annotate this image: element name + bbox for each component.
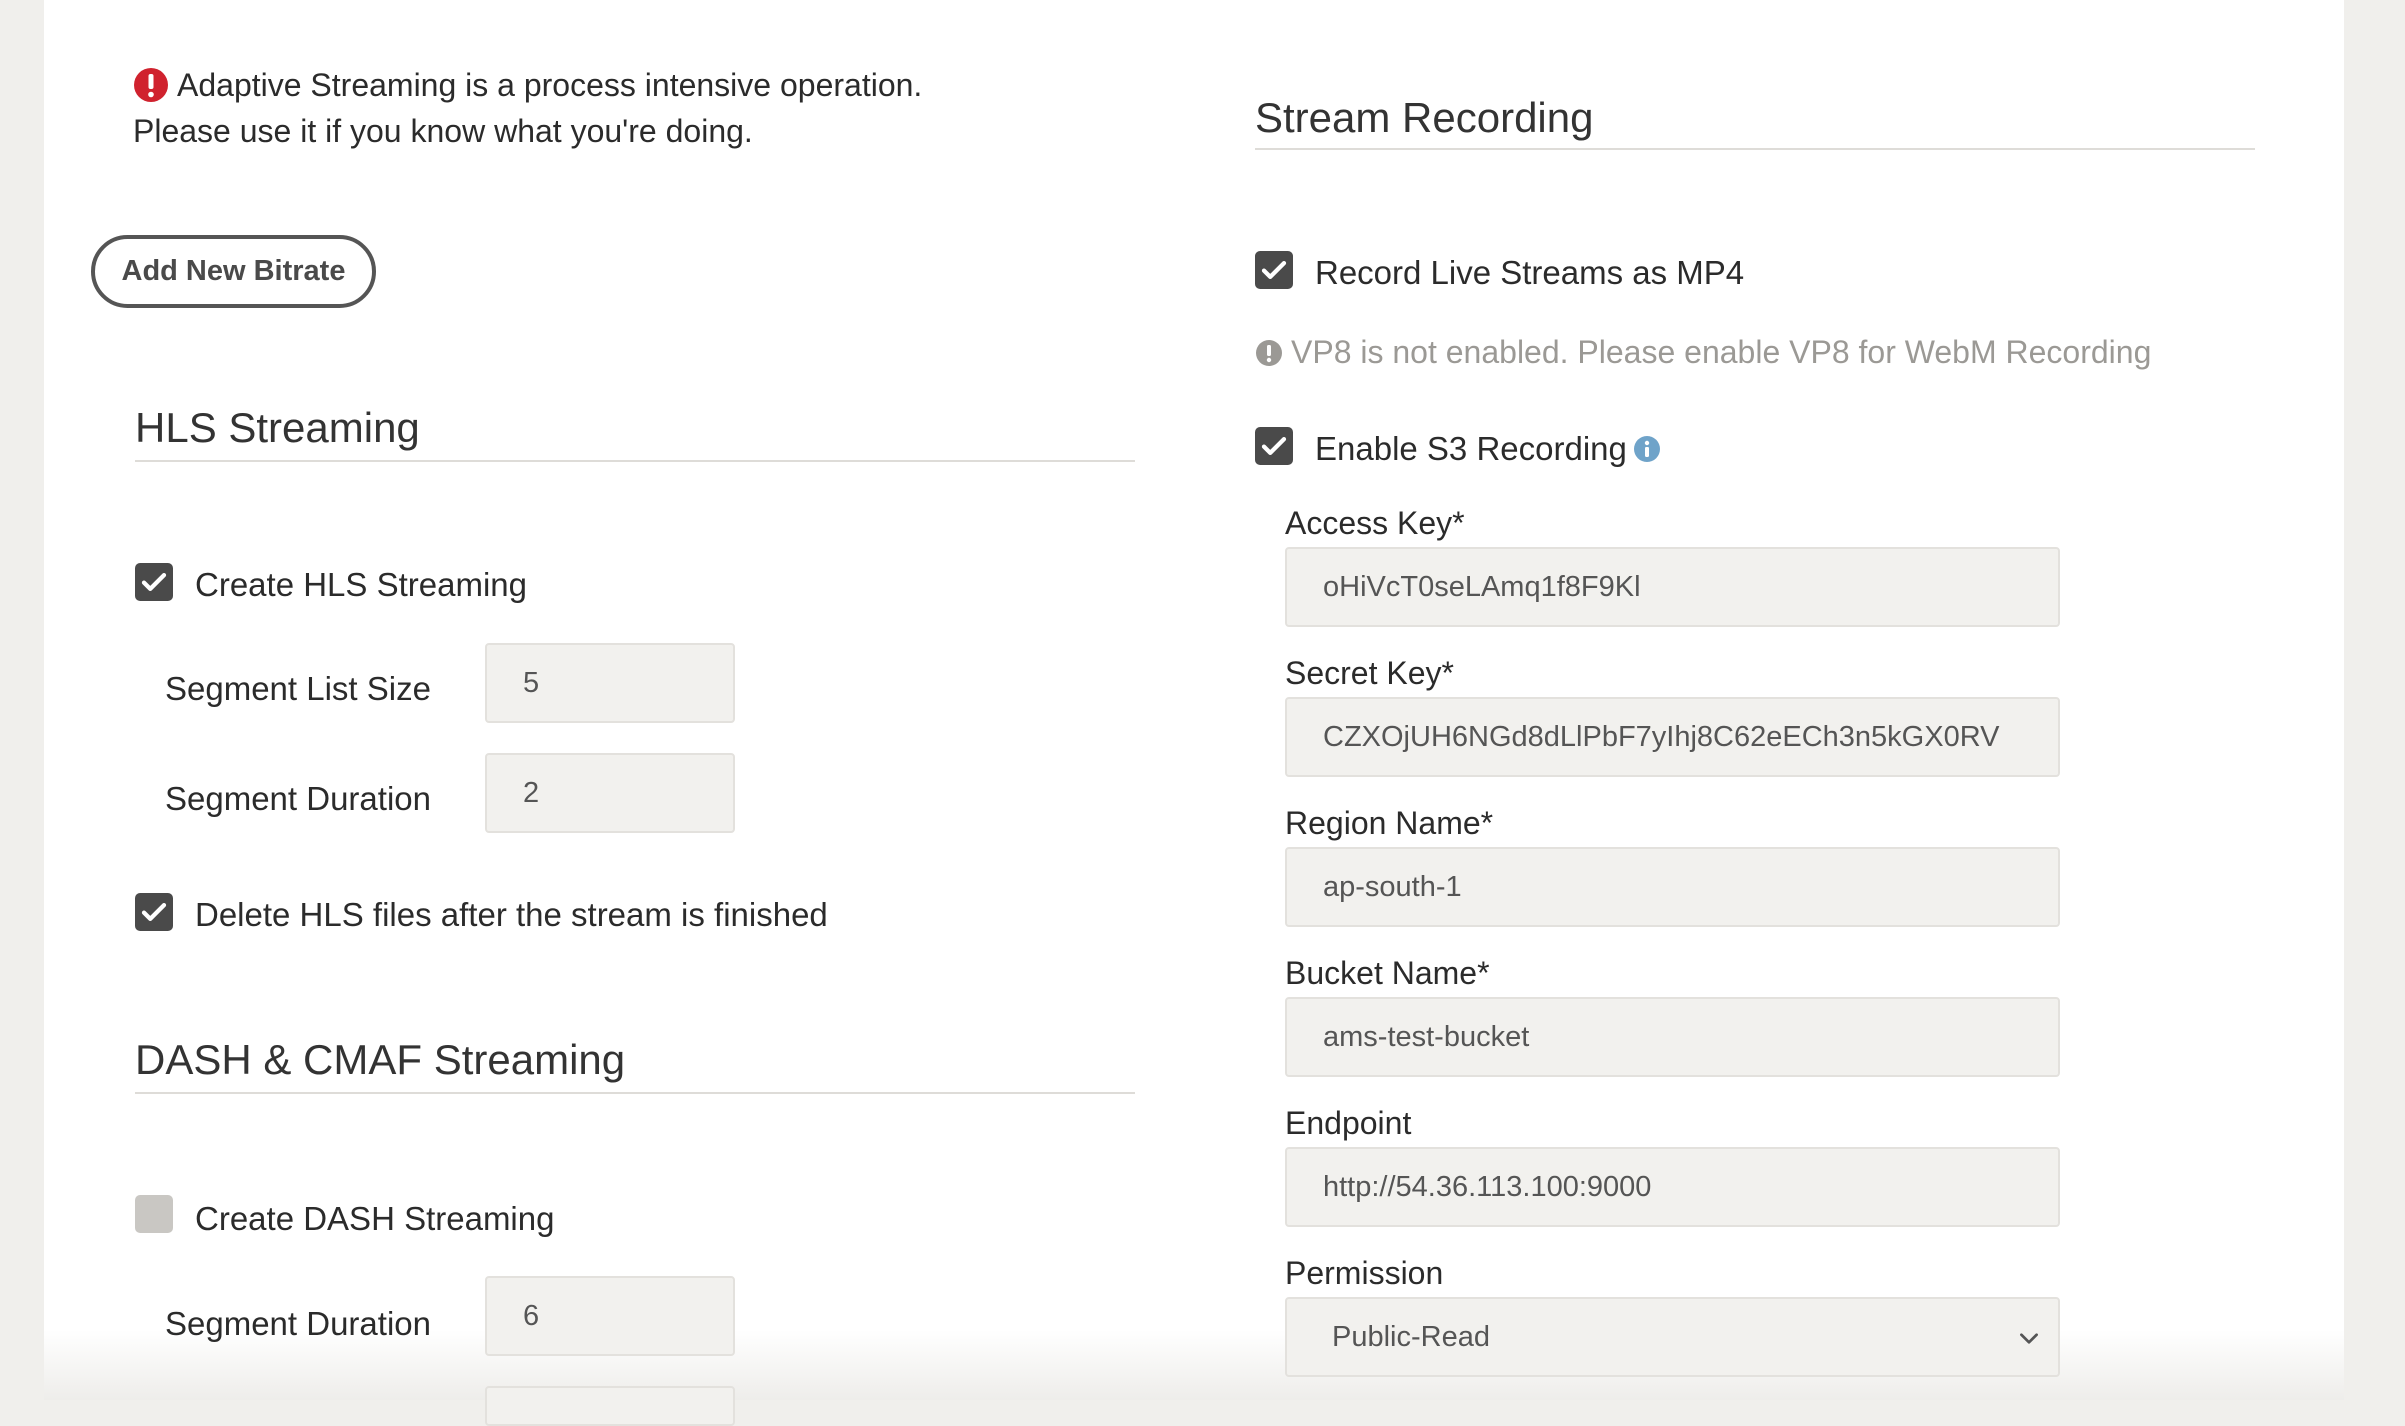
checkmark-icon: [1261, 261, 1287, 279]
secret-key-label: Secret Key*: [1285, 655, 1454, 691]
alert-icon: [134, 68, 168, 102]
bucket-name-label: Bucket Name*: [1285, 955, 1490, 991]
segment-duration-input[interactable]: 2: [485, 753, 735, 833]
dash-next-input[interactable]: [485, 1386, 735, 1426]
create-dash-checkbox[interactable]: [135, 1195, 173, 1233]
permission-label: Permission: [1285, 1255, 1444, 1291]
segment-duration-value: 2: [523, 776, 540, 809]
dash-segment-duration-value: 6: [523, 1299, 540, 1332]
bucket-name-input[interactable]: ams-test-bucket: [1285, 997, 2060, 1077]
enable-s3-checkbox[interactable]: [1255, 427, 1293, 465]
add-new-bitrate-button[interactable]: Add New Bitrate: [91, 235, 376, 308]
delete-hls-checkbox[interactable]: [135, 893, 173, 931]
segment-duration-label: Segment Duration: [165, 780, 431, 817]
adaptive-warning: Adaptive Streaming is a process intensiv…: [133, 62, 1033, 154]
permission-value: Public-Read: [1332, 1320, 1490, 1353]
segment-list-size-label: Segment List Size: [165, 670, 431, 707]
region-name-value: ap-south-1: [1323, 870, 1462, 903]
region-name-input[interactable]: ap-south-1: [1285, 847, 2060, 927]
access-key-value: oHiVcT0seLAmq1f8F9Kl: [1323, 570, 1641, 603]
secret-key-input[interactable]: CZXOjUH6NGd8dLlPbF7yIhj8C62eECh3n5kGX0RV: [1285, 697, 2060, 777]
create-dash-label: Create DASH Streaming: [195, 1200, 555, 1237]
create-hls-checkbox[interactable]: [135, 563, 173, 601]
chevron-down-icon: [2020, 1333, 2038, 1344]
warning-line-1: Adaptive Streaming is a process intensiv…: [177, 67, 923, 103]
enable-s3-label: Enable S3 Recording: [1315, 430, 1627, 467]
delete-hls-label: Delete HLS files after the stream is fin…: [195, 896, 828, 933]
bucket-name-value: ams-test-bucket: [1323, 1020, 1530, 1053]
checkmark-icon: [1261, 437, 1287, 455]
hls-section-divider: [135, 460, 1135, 462]
enable-s3-row: Enable S3 Recording: [1315, 430, 1661, 468]
region-name-label: Region Name*: [1285, 805, 1494, 841]
notice-icon: [1256, 339, 1282, 366]
vp8-notice: VP8 is not enabled. Please enable VP8 fo…: [1255, 334, 2151, 371]
record-mp4-checkbox[interactable]: [1255, 251, 1293, 289]
secret-key-value: CZXOjUH6NGd8dLlPbF7yIhj8C62eECh3n5kGX0RV: [1323, 720, 2000, 753]
access-key-label: Access Key*: [1285, 505, 1465, 541]
record-mp4-label: Record Live Streams as MP4: [1315, 254, 1745, 291]
dash-segment-duration-label: Segment Duration: [165, 1305, 431, 1342]
create-hls-label: Create HLS Streaming: [195, 566, 527, 603]
endpoint-value: http://54.36.113.100:9000: [1323, 1170, 1652, 1203]
segment-list-size-input[interactable]: 5: [485, 643, 735, 723]
checkmark-icon: [141, 573, 167, 591]
dash-segment-duration-input[interactable]: 6: [485, 1276, 735, 1356]
dash-section-divider: [135, 1092, 1135, 1094]
stream-recording-divider: [1255, 148, 2255, 150]
checkmark-icon: [141, 903, 167, 921]
dash-section-title: DASH & CMAF Streaming: [135, 1036, 626, 1083]
segment-list-size-value: 5: [523, 666, 540, 699]
vp8-notice-text: VP8 is not enabled. Please enable VP8 fo…: [1291, 334, 2152, 370]
permission-select[interactable]: Public-Read: [1285, 1297, 2060, 1377]
endpoint-label: Endpoint: [1285, 1105, 1412, 1141]
info-icon[interactable]: [1633, 435, 1661, 463]
warning-line-2: Please use it if you know what you're do…: [133, 113, 753, 149]
access-key-input[interactable]: oHiVcT0seLAmq1f8F9Kl: [1285, 547, 2060, 627]
hls-section-title: HLS Streaming: [135, 404, 420, 451]
endpoint-input[interactable]: http://54.36.113.100:9000: [1285, 1147, 2060, 1227]
stream-recording-title: Stream Recording: [1255, 94, 1594, 141]
